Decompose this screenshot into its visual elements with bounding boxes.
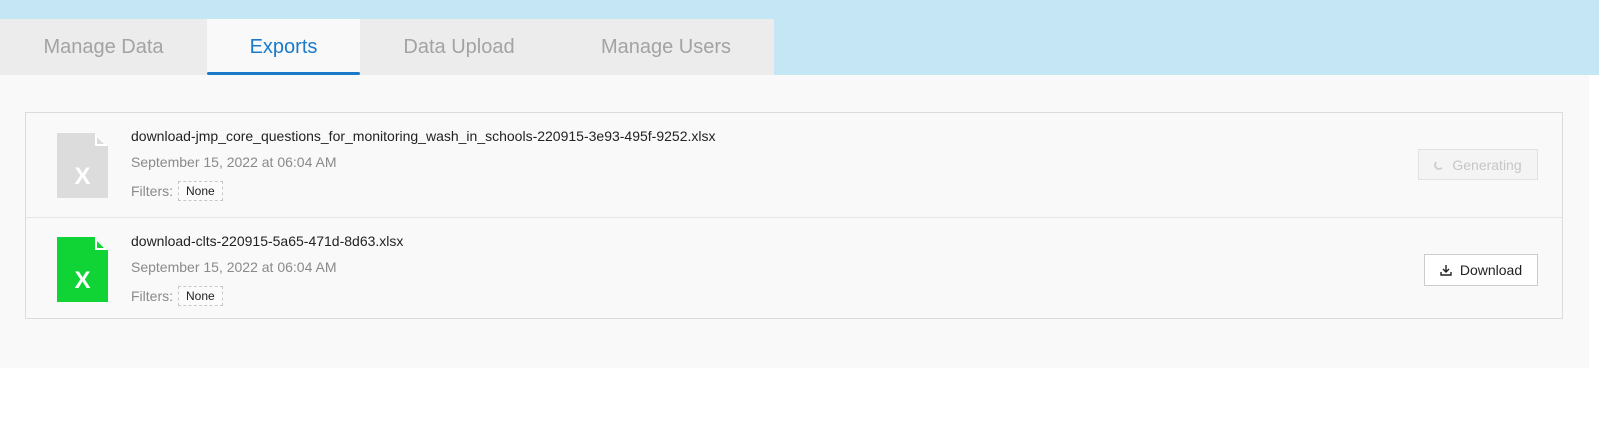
filter-badge: None bbox=[178, 181, 223, 201]
export-filters: Filters: None bbox=[131, 181, 223, 201]
export-row: X download-jmp_core_questions_for_monito… bbox=[26, 113, 1562, 217]
export-filters: Filters: None bbox=[131, 286, 223, 306]
export-row: X download-clts-220915-5a65-471d-8d63.xl… bbox=[26, 217, 1562, 319]
export-file-name: download-clts-220915-5a65-471d-8d63.xlsx bbox=[131, 233, 404, 249]
exports-list: X download-jmp_core_questions_for_monito… bbox=[25, 112, 1563, 319]
download-icon bbox=[1440, 265, 1452, 276]
excel-file-icon: X bbox=[57, 133, 108, 198]
excel-file-icon: X bbox=[57, 237, 108, 302]
export-date: September 15, 2022 at 06:04 AM bbox=[131, 154, 337, 170]
export-file-name: download-jmp_core_questions_for_monitori… bbox=[131, 128, 716, 144]
svg-text:X: X bbox=[74, 163, 90, 190]
tab-exports[interactable]: Exports bbox=[207, 19, 360, 75]
export-date: September 15, 2022 at 06:04 AM bbox=[131, 259, 337, 275]
filter-badge: None bbox=[178, 286, 223, 306]
svg-text:X: X bbox=[74, 267, 90, 294]
filters-label: Filters: bbox=[131, 288, 173, 304]
tab-data-upload[interactable]: Data Upload bbox=[360, 19, 558, 75]
exports-panel: X download-jmp_core_questions_for_monito… bbox=[0, 75, 1589, 368]
download-label: Download bbox=[1459, 262, 1523, 278]
tab-bar: Manage Data Exports Data Upload Manage U… bbox=[0, 19, 774, 75]
generating-label: Generating bbox=[1452, 156, 1522, 173]
tab-manage-data[interactable]: Manage Data bbox=[0, 19, 207, 75]
spinner-icon bbox=[1434, 159, 1445, 170]
download-button[interactable]: Download bbox=[1424, 254, 1538, 286]
tab-manage-users[interactable]: Manage Users bbox=[558, 19, 774, 75]
filters-label: Filters: bbox=[131, 183, 173, 199]
generating-button: Generating bbox=[1418, 149, 1538, 180]
